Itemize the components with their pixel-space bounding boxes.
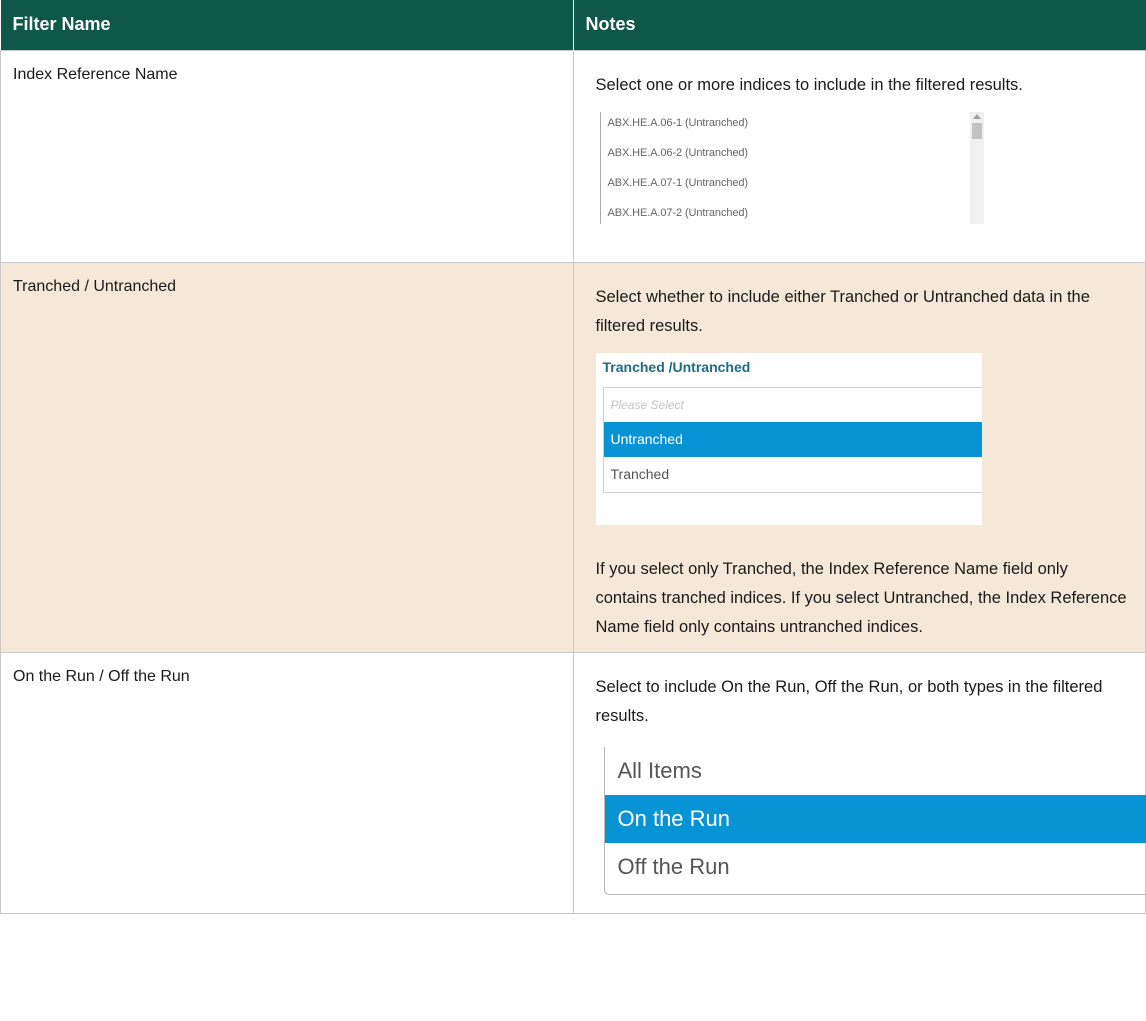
- header-notes: Notes: [573, 0, 1146, 50]
- filter-name-cell: Tranched / Untranched: [0, 261, 574, 653]
- dropdown-placeholder[interactable]: Please Select: [604, 388, 982, 422]
- notes-cell: Select to include On the Run, Off the Ru…: [572, 651, 1146, 914]
- tranched-dropdown-label: Tranched /Untranched: [602, 358, 751, 375]
- vertical-scrollbar[interactable]: [969, 111, 984, 224]
- notes-text-after: If you select only Tranched, the Index R…: [595, 559, 1127, 636]
- notes-text: Select whether to include either Tranche…: [595, 287, 1090, 335]
- notes-text: Select one or more indices to include in…: [595, 75, 1023, 94]
- tranched-dropdown-widget: Tranched /Untranched Please Select Untra…: [595, 352, 982, 525]
- list-item[interactable]: ABX.HE.A.06-2 (Untranched): [608, 146, 970, 176]
- tranched-dropdown-options[interactable]: Please Select Untranched Tranched: [602, 386, 982, 493]
- header-filter-name: Filter Name: [0, 0, 574, 50]
- index-reference-listbox[interactable]: ABX.HE.A.06-1 (Untranched) ABX.HE.A.06-2…: [599, 111, 984, 224]
- filter-table: Filter Name Notes Index Reference Name S…: [0, 0, 1146, 914]
- index-list-items: ABX.HE.A.06-1 (Untranched) ABX.HE.A.06-2…: [599, 111, 970, 224]
- scroll-thumb[interactable]: [971, 122, 982, 139]
- run-option-all-items[interactable]: All Items: [605, 747, 1146, 795]
- dropdown-option-untranched[interactable]: Untranched: [603, 421, 982, 457]
- list-item[interactable]: ABX.HE.A.07-2 (Untranched): [608, 206, 970, 236]
- run-option-off-the-run[interactable]: Off the Run: [605, 843, 1146, 891]
- notes-text: Select to include On the Run, Off the Ru…: [595, 677, 1103, 725]
- scroll-up-arrow-icon[interactable]: [972, 113, 981, 119]
- run-options[interactable]: All Items On the Run Off the Run: [603, 746, 1146, 895]
- filter-name-cell: Index Reference Name: [0, 49, 574, 263]
- run-option-on-the-run[interactable]: On the Run: [604, 794, 1146, 843]
- list-item[interactable]: ABX.HE.A.06-1 (Untranched): [608, 116, 970, 146]
- filter-name-cell: On the Run / Off the Run: [0, 651, 574, 914]
- table-row: On the Run / Off the Run Select to inclu…: [0, 651, 1146, 914]
- table-row: Index Reference Name Select one or more …: [0, 49, 1146, 263]
- notes-cell: Select whether to include either Tranche…: [572, 261, 1146, 653]
- table-header-row: Filter Name Notes: [0, 0, 1146, 50]
- list-item[interactable]: ABX.HE.A.07-1 (Untranched): [608, 176, 970, 206]
- table-row: Tranched / Untranched Select whether to …: [0, 261, 1146, 653]
- on-off-run-listbox: All Items On the Run Off the Run: [603, 746, 1146, 895]
- dropdown-option-tranched[interactable]: Tranched: [604, 457, 982, 492]
- notes-cell: Select one or more indices to include in…: [572, 49, 1146, 263]
